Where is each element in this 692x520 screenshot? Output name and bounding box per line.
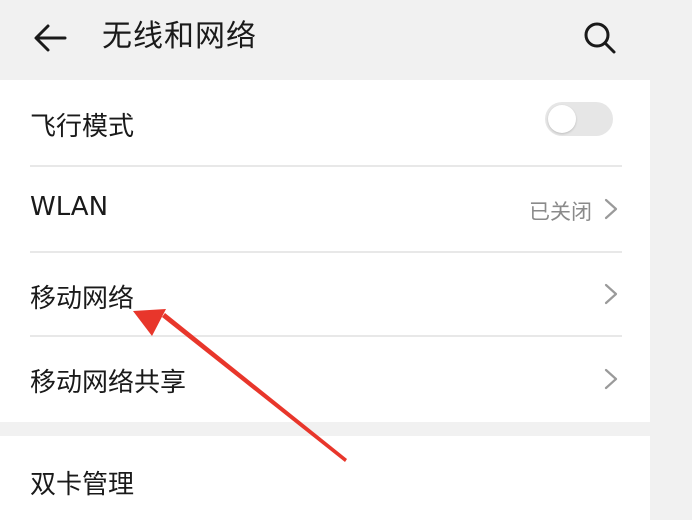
search-button[interactable] bbox=[578, 16, 622, 60]
chevron-right-icon bbox=[604, 198, 618, 220]
wlan-label: WLAN bbox=[30, 192, 109, 222]
settings-card: 飞行模式 WLAN 已关闭 移动网络 移动网络共享 bbox=[0, 80, 650, 422]
toggle-knob bbox=[548, 105, 576, 133]
chevron-right-icon bbox=[604, 283, 618, 305]
dual-sim-row[interactable]: 双卡管理 bbox=[0, 436, 650, 520]
search-icon bbox=[584, 22, 616, 54]
chevron-right-icon bbox=[604, 368, 618, 390]
mobile-network-sharing-row[interactable]: 移动网络共享 bbox=[0, 336, 650, 422]
app-header: 无线和网络 bbox=[0, 0, 692, 78]
back-arrow-icon bbox=[34, 24, 67, 52]
mobile-network-row[interactable]: 移动网络 bbox=[0, 252, 650, 336]
airplane-mode-row[interactable]: 飞行模式 bbox=[0, 80, 650, 166]
mobile-network-sharing-label: 移动网络共享 bbox=[30, 368, 187, 398]
back-button[interactable] bbox=[28, 18, 72, 58]
wlan-row[interactable]: WLAN 已关闭 bbox=[0, 166, 650, 252]
mobile-network-label: 移动网络 bbox=[30, 284, 135, 314]
airplane-mode-label: 飞行模式 bbox=[30, 112, 135, 142]
wlan-status: 已关闭 bbox=[529, 200, 592, 224]
dual-sim-label: 双卡管理 bbox=[30, 470, 135, 500]
page-title: 无线和网络 bbox=[102, 19, 257, 54]
airplane-mode-toggle[interactable] bbox=[545, 102, 613, 136]
settings-card-secondary: 双卡管理 bbox=[0, 436, 650, 520]
